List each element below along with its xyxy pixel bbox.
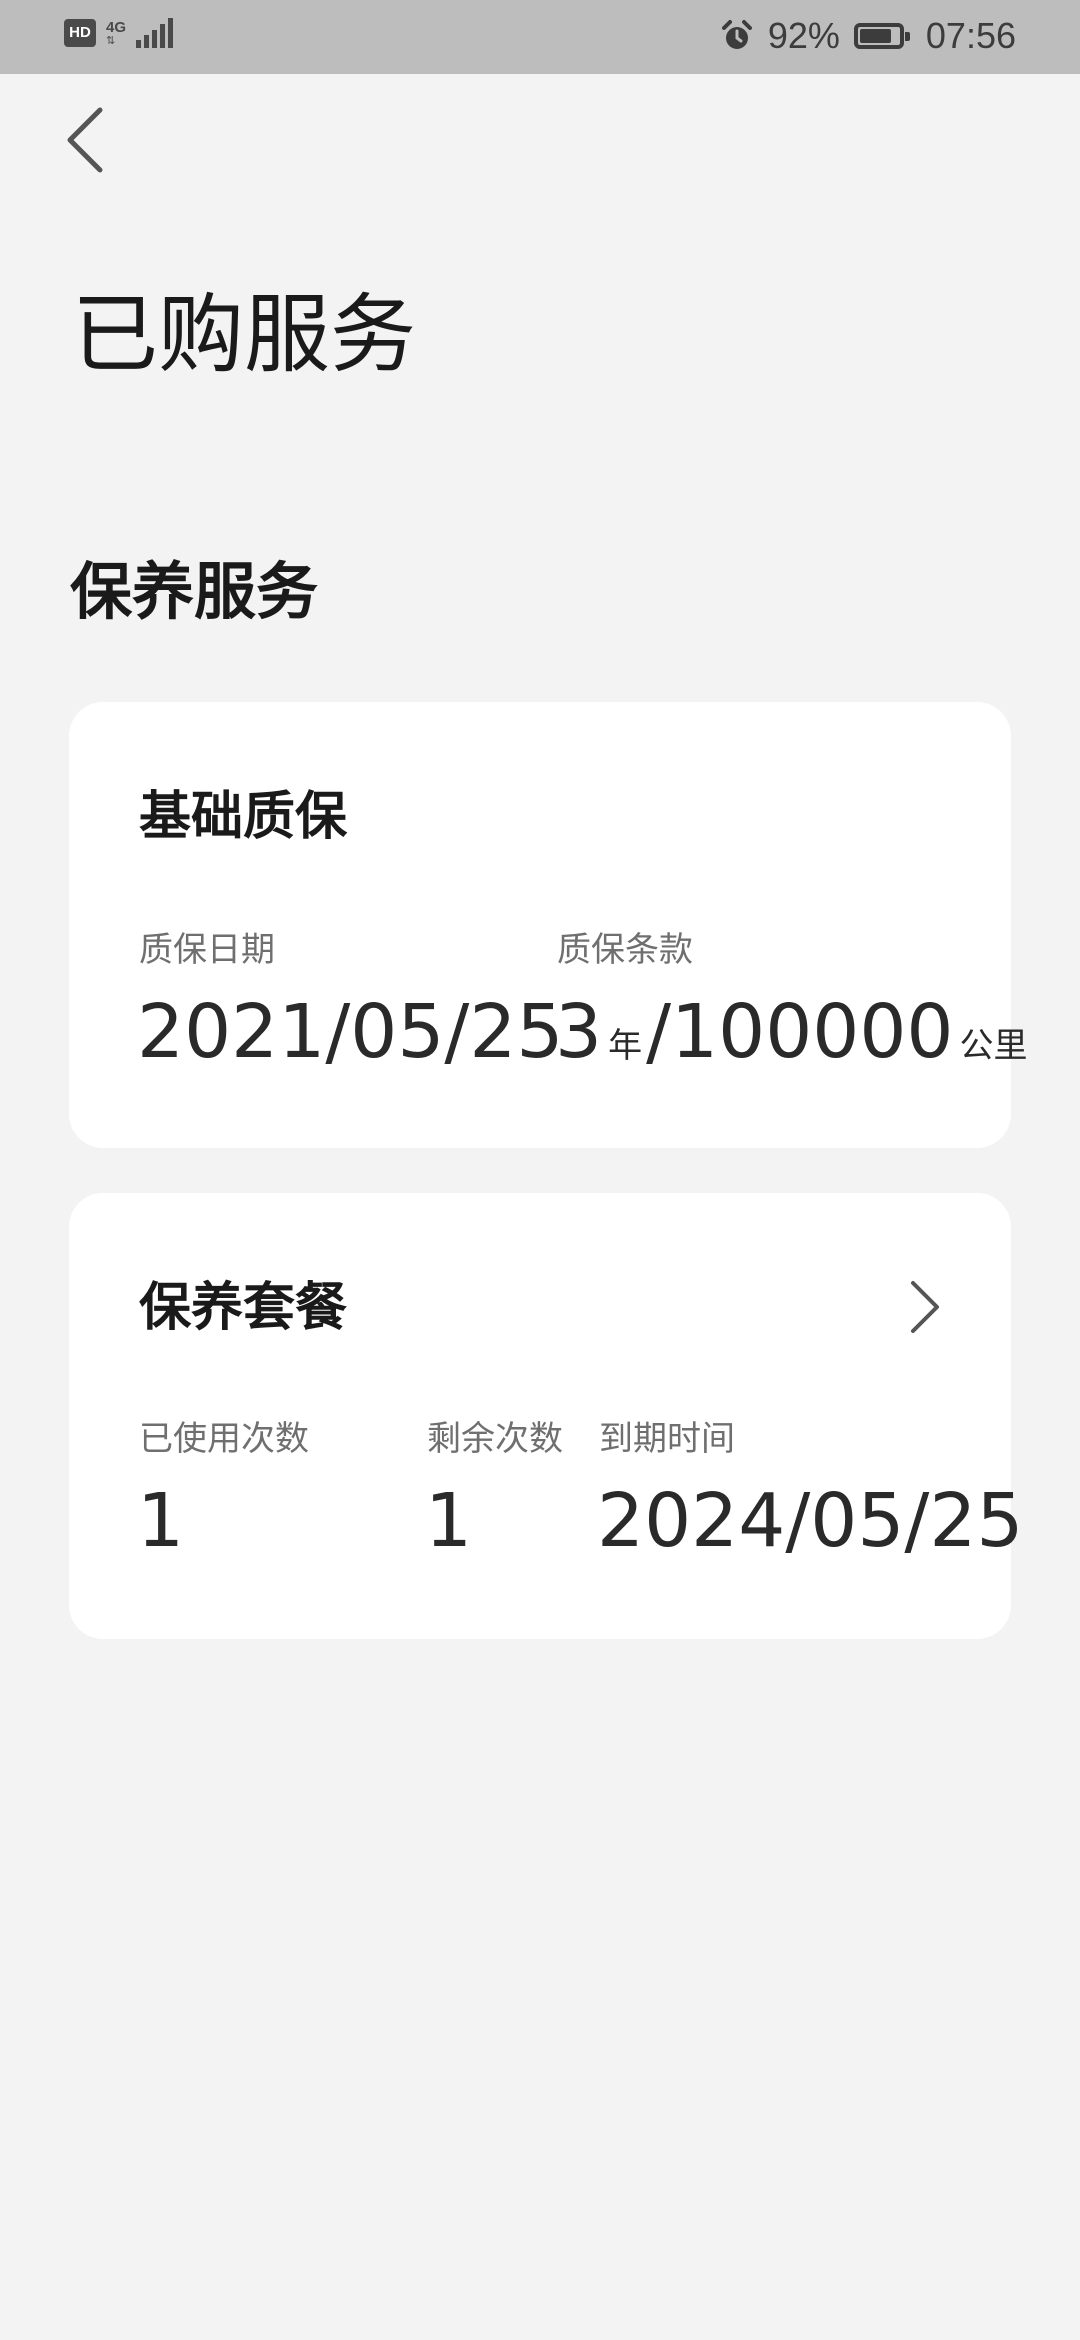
hd-badge: HD <box>64 19 96 47</box>
warranty-terms-label: 质保条款 <box>557 930 693 970</box>
chevron-right-icon[interactable] <box>905 1275 945 1339</box>
expiry-label: 到期时间 <box>599 1419 735 1459</box>
alarm-icon <box>721 20 752 49</box>
back-button[interactable] <box>56 100 120 180</box>
used-count-label: 已使用次数 <box>139 1419 309 1459</box>
warranty-terms-km-unit: 公里 <box>959 1026 1028 1066</box>
warranty-terms-value: 3 年/100000 公里 <box>555 982 1032 1096</box>
warranty-card: 基础质保 质保日期 2021/05/25 质保条款 3 年/100000 公里 <box>69 702 1028 1148</box>
remaining-count-label: 剩余次数 <box>427 1419 563 1459</box>
package-card-title: 保养套餐 <box>139 1278 348 1338</box>
battery-level <box>859 29 891 43</box>
warranty-terms-years: 3 <box>555 989 603 1075</box>
warranty-date-value: 2021/05/25 <box>137 989 564 1075</box>
status-right: 92% 07:56 <box>720 16 1016 56</box>
signal-icon <box>136 18 174 48</box>
battery-percent: 92% <box>767 15 840 56</box>
expiry-value: 2024/05/25 <box>597 1478 1024 1564</box>
warranty-card-title: 基础质保 <box>139 787 348 847</box>
network-type-label: 4G <box>106 18 127 36</box>
network-indicator: 4G ⇅ <box>106 20 126 47</box>
used-count-value: 1 <box>137 1478 185 1564</box>
warranty-terms-km: /100000 <box>646 989 954 1075</box>
chevron-left-icon <box>67 107 103 173</box>
remaining-count-value: 1 <box>425 1478 473 1564</box>
warranty-date-label: 质保日期 <box>139 930 275 970</box>
page-title: 已购服务 <box>72 285 416 385</box>
data-arrows-icon: ⇅ <box>106 34 116 47</box>
status-left: HD 4G ⇅ <box>64 18 174 48</box>
status-time: 07:56 <box>925 15 1016 56</box>
status-bar: HD 4G ⇅ 92% 07:56 <box>0 0 1080 74</box>
warranty-terms-years-unit: 年 <box>608 1026 643 1066</box>
maintenance-package-card[interactable]: 保养套餐 已使用次数 1 剩余次数 1 到期时间 2024/05/25 <box>69 1193 1024 1639</box>
battery-icon <box>853 23 910 49</box>
section-title: 保养服务 <box>70 555 319 628</box>
